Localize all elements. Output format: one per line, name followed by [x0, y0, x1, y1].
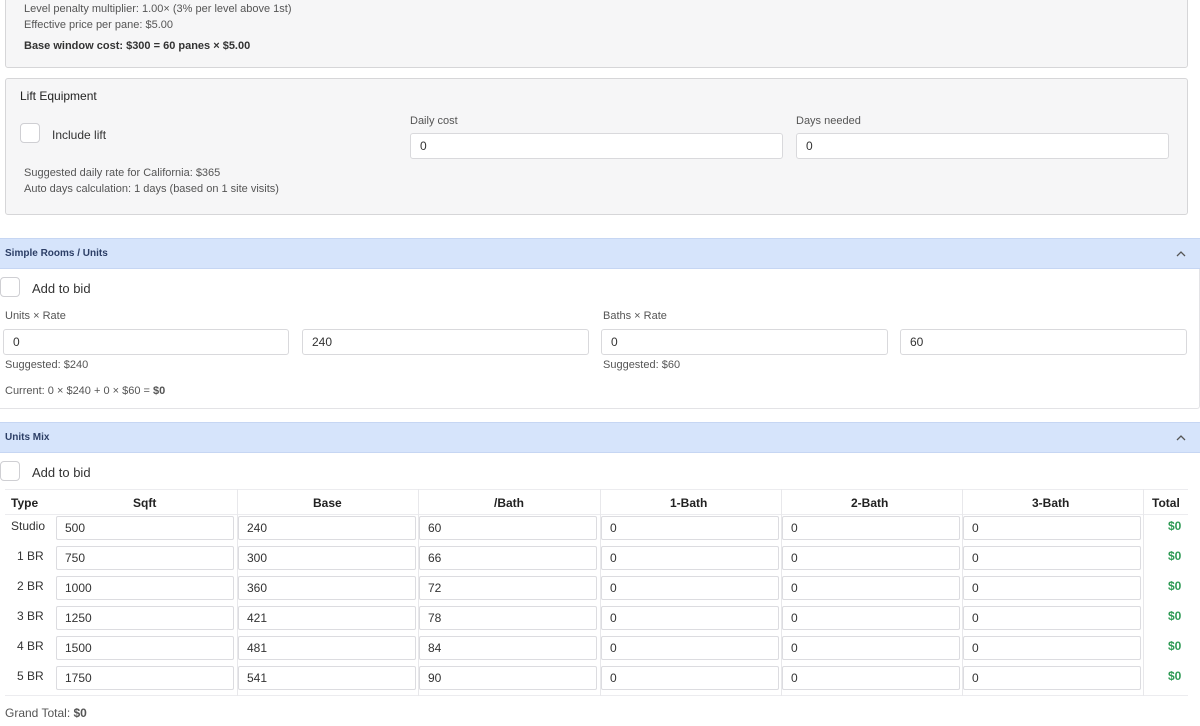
row-type-label: 5 BR — [17, 669, 44, 683]
two-bath-input[interactable]: 0 — [782, 636, 960, 660]
row-type-label: 2 BR — [17, 579, 44, 593]
grand-total-value: $0 — [73, 706, 87, 720]
days-needed-input[interactable]: 0 — [796, 133, 1169, 159]
one-bath-input[interactable]: 0 — [601, 636, 779, 660]
baths-count-input[interactable]: 0 — [601, 329, 888, 355]
per-bath-input[interactable]: 84 — [419, 636, 597, 660]
per-bath-input[interactable]: 66 — [419, 546, 597, 570]
grand-total-text: Grand Total: $0 — [5, 706, 87, 720]
units-count-input[interactable]: 0 — [3, 329, 289, 355]
base-input[interactable]: 481 — [238, 636, 416, 660]
column-divider — [1143, 489, 1144, 696]
three-bath-input[interactable]: 0 — [963, 636, 1141, 660]
current-formula: Current: 0 × $240 + 0 × $60 = — [5, 385, 153, 397]
window-cost-panel: Level penalty multiplier: 1.00× (3% per … — [5, 0, 1188, 68]
header-divider — [5, 514, 1188, 515]
per-bath-input[interactable]: 90 — [419, 666, 597, 690]
units-rate-label: Units × Rate — [5, 310, 66, 322]
units-mix-add-label: Add to bid — [32, 465, 91, 480]
include-lift-checkbox[interactable] — [20, 123, 40, 143]
sqft-input[interactable]: 500 — [56, 516, 234, 540]
simple-rooms-add-label: Add to bid — [32, 281, 91, 296]
units-mix-add-checkbox[interactable] — [0, 461, 20, 481]
units-mix-title: Units Mix — [5, 432, 50, 443]
two-bath-input[interactable]: 0 — [782, 606, 960, 630]
sqft-input[interactable]: 1750 — [56, 666, 234, 690]
chevron-up-icon[interactable] — [1175, 431, 1187, 449]
unit-suggested-text: Suggested: $240 — [5, 359, 89, 371]
row-type-label: Studio — [11, 519, 46, 533]
base-input[interactable]: 300 — [238, 546, 416, 570]
row-total: $0 — [1168, 639, 1182, 653]
one-bath-input[interactable]: 0 — [601, 516, 779, 540]
three-bath-input[interactable]: 0 — [963, 516, 1141, 540]
one-bath-input[interactable]: 0 — [601, 606, 779, 630]
table-top-border — [5, 489, 1188, 490]
column-header-2-bath: 2-Bath — [851, 496, 889, 510]
row-total: $0 — [1168, 609, 1182, 623]
row-total: $0 — [1168, 549, 1182, 563]
simple-rooms-title: Simple Rooms / Units — [5, 248, 108, 259]
table-bottom-border — [5, 695, 1188, 696]
two-bath-input[interactable]: 0 — [782, 516, 960, 540]
two-bath-input[interactable]: 0 — [782, 576, 960, 600]
current-calculation-text: Current: 0 × $240 + 0 × $60 = $0 — [5, 385, 165, 397]
simple-rooms-add-checkbox[interactable] — [0, 277, 20, 297]
three-bath-input[interactable]: 0 — [963, 606, 1141, 630]
three-bath-input[interactable]: 0 — [963, 546, 1141, 570]
suggested-rate-text: Suggested daily rate for California: $36… — [24, 167, 221, 179]
row-total: $0 — [1168, 669, 1182, 683]
row-type-label: 4 BR — [17, 639, 44, 653]
chevron-up-icon[interactable] — [1175, 247, 1187, 265]
per-bath-input[interactable]: 72 — [419, 576, 597, 600]
three-bath-input[interactable]: 0 — [963, 666, 1141, 690]
base-input[interactable]: 421 — [238, 606, 416, 630]
sqft-input[interactable]: 750 — [56, 546, 234, 570]
per-bath-input[interactable]: 78 — [419, 606, 597, 630]
row-total: $0 — [1168, 579, 1182, 593]
current-total: $0 — [153, 385, 166, 397]
per-bath-input[interactable]: 60 — [419, 516, 597, 540]
three-bath-input[interactable]: 0 — [963, 576, 1141, 600]
column-header-3-bath: 3-Bath — [1032, 496, 1070, 510]
daily-cost-label: Daily cost — [410, 115, 458, 127]
two-bath-input[interactable]: 0 — [782, 546, 960, 570]
one-bath-input[interactable]: 0 — [601, 546, 779, 570]
bath-rate-input[interactable]: 60 — [900, 329, 1187, 355]
column-header-base: Base — [313, 496, 342, 510]
daily-cost-input[interactable]: 0 — [410, 133, 783, 159]
units-mix-header[interactable]: Units Mix — [0, 422, 1200, 453]
column-header-sqft: Sqft — [133, 496, 157, 510]
row-total: $0 — [1168, 519, 1182, 533]
base-input[interactable]: 240 — [238, 516, 416, 540]
auto-days-text: Auto days calculation: 1 days (based on … — [24, 183, 279, 195]
base-input[interactable]: 541 — [238, 666, 416, 690]
column-header-1-bath: 1-Bath — [670, 496, 708, 510]
lift-equipment-panel: Lift Equipment Include lift Daily cost 0… — [5, 78, 1188, 215]
effective-price-text: Effective price per pane: $5.00 — [24, 19, 174, 31]
simple-rooms-header[interactable]: Simple Rooms / Units — [0, 238, 1200, 269]
sqft-input[interactable]: 1250 — [56, 606, 234, 630]
sqft-input[interactable]: 1500 — [56, 636, 234, 660]
base-window-cost-text: Base window cost: $300 = 60 panes × $5.0… — [24, 40, 251, 52]
column-header-total: Total — [1152, 496, 1180, 510]
column-header-per-bath: /Bath — [494, 496, 524, 510]
level-penalty-text: Level penalty multiplier: 1.00× (3% per … — [24, 3, 292, 15]
days-needed-label: Days needed — [796, 115, 861, 127]
base-input[interactable]: 360 — [238, 576, 416, 600]
grand-total-label: Grand Total: — [5, 706, 74, 720]
row-type-label: 3 BR — [17, 609, 44, 623]
baths-rate-label: Baths × Rate — [603, 310, 667, 322]
unit-rate-input[interactable]: 240 — [302, 329, 589, 355]
one-bath-input[interactable]: 0 — [601, 666, 779, 690]
lift-equipment-title: Lift Equipment — [20, 89, 97, 103]
column-header-type: Type — [11, 496, 39, 510]
sqft-input[interactable]: 1000 — [56, 576, 234, 600]
one-bath-input[interactable]: 0 — [601, 576, 779, 600]
bath-suggested-text: Suggested: $60 — [603, 359, 681, 371]
include-lift-label: Include lift — [52, 128, 107, 142]
row-type-label: 1 BR — [17, 549, 44, 563]
two-bath-input[interactable]: 0 — [782, 666, 960, 690]
